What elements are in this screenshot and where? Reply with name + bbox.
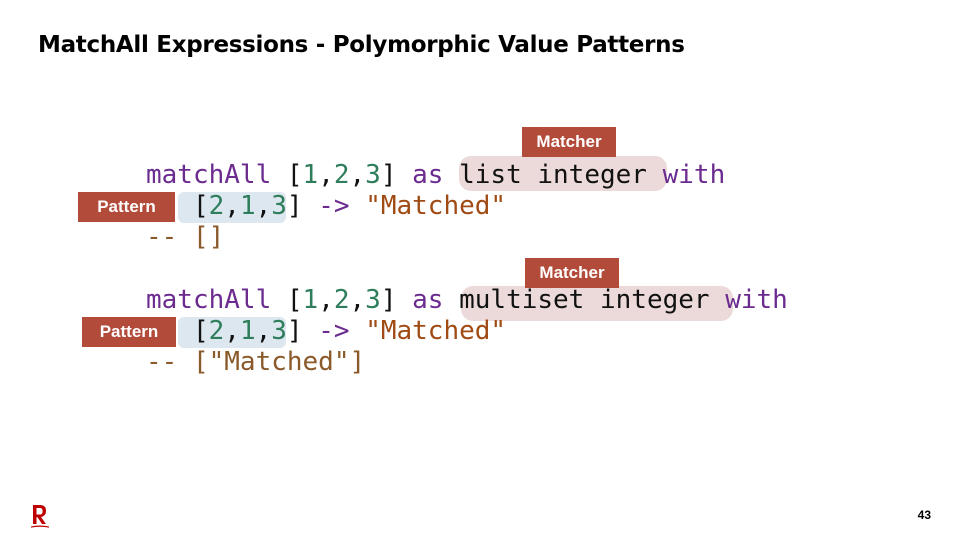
arrow: -> (318, 191, 350, 221)
matcher-label: Matcher (522, 127, 616, 157)
keyword-with: with (662, 160, 726, 190)
keyword-as: as (412, 160, 444, 190)
result-comment: -- [] (146, 222, 225, 252)
keyword-matchall: matchAll (146, 160, 272, 190)
result-string: "Matched" (365, 316, 507, 346)
code-block-2: matchAll [1,2,3] as multiset integer wit… (146, 285, 788, 377)
matcher-label: Matcher (525, 258, 619, 288)
rakuten-r-logo-icon (31, 505, 49, 528)
keyword-as: as (412, 285, 444, 315)
matcher-expression: list integer (459, 160, 647, 190)
code-block-1: matchAll [1,2,3] as list integer with [2… (146, 160, 726, 252)
result-comment: -- ["Matched"] (146, 347, 366, 377)
keyword-with: with (725, 285, 788, 315)
slide-title: MatchAll Expressions - Polymorphic Value… (38, 32, 685, 58)
page-number: 43 (917, 508, 931, 522)
keyword-matchall: matchAll (146, 285, 272, 315)
matcher-expression: multiset integer (459, 285, 710, 315)
arrow: -> (318, 316, 350, 346)
result-string: "Matched" (365, 191, 507, 221)
